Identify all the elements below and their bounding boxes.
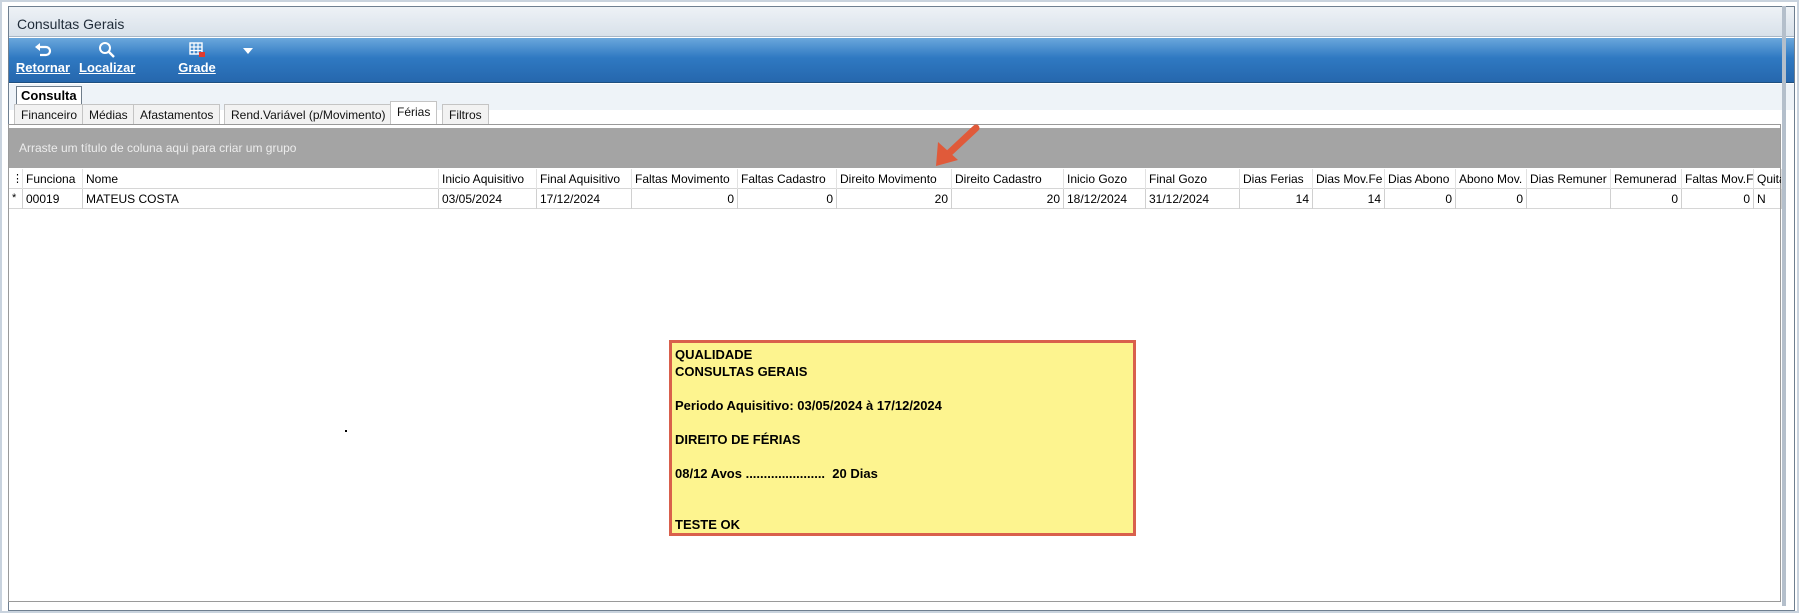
tab-strip: Financeiro Médias Afastamentos Rend.Vari… bbox=[6, 101, 1793, 125]
right-edge-bar bbox=[1782, 6, 1786, 606]
cell-dias-ferias[interactable]: 14 bbox=[1240, 189, 1313, 209]
cell-dias-remuner[interactable] bbox=[1527, 189, 1611, 209]
column-header[interactable]: Faltas Movimento bbox=[632, 169, 738, 189]
retornar-label: Retornar bbox=[15, 60, 71, 75]
annotation-arrow-icon bbox=[936, 124, 980, 166]
column-header[interactable]: Remunerad bbox=[1611, 169, 1682, 189]
grade-label: Grade bbox=[178, 60, 216, 75]
column-header[interactable]: Final Aquisitivo bbox=[537, 169, 632, 189]
localizar-button[interactable]: Localizar bbox=[79, 40, 135, 80]
column-chooser-icon[interactable]: ⋮≡ bbox=[9, 169, 23, 189]
tab-afastamentos[interactable]: Afastamentos bbox=[133, 104, 221, 125]
tab-medias[interactable]: Médias bbox=[82, 104, 135, 125]
toolbar-dropdown-icon[interactable] bbox=[243, 48, 253, 54]
cell-direito-cadastro[interactable]: 20 bbox=[952, 189, 1064, 209]
note-line: Periodo Aquisitivo: 03/05/2024 à 17/12/2… bbox=[675, 398, 942, 413]
title-bar: Consultas Gerais bbox=[9, 7, 1794, 37]
column-header[interactable]: Inicio Aquisitivo bbox=[439, 169, 537, 189]
note-line: 08/12 Avos ...................... 20 Dia… bbox=[675, 466, 878, 481]
cell-final-gozo[interactable]: 31/12/2024 bbox=[1146, 189, 1240, 209]
stray-dot bbox=[345, 430, 347, 432]
cell-nome[interactable]: MATEUS COSTA bbox=[83, 189, 439, 209]
column-header[interactable]: Direito Cadastro bbox=[952, 169, 1064, 189]
column-header[interactable]: Dias Mov.Fe bbox=[1313, 169, 1385, 189]
magnifier-icon bbox=[99, 42, 115, 58]
group-hint: Arraste um título de coluna aqui para cr… bbox=[19, 141, 297, 155]
cell-dias-abono[interactable]: 0 bbox=[1385, 189, 1456, 209]
annotation-note: QUALIDADE CONSULTAS GERAIS Periodo Aquis… bbox=[669, 340, 1136, 536]
cell-abono-mov[interactable]: 0 bbox=[1456, 189, 1527, 209]
cell-inicio-gozo[interactable]: 18/12/2024 bbox=[1064, 189, 1146, 209]
cell-faltas-mov-ferias[interactable]: 0 bbox=[1682, 189, 1754, 209]
note-line: QUALIDADE bbox=[675, 347, 753, 362]
note-blank bbox=[675, 482, 1133, 499]
cell-remunerado[interactable]: 0 bbox=[1611, 189, 1682, 209]
note-blank bbox=[675, 414, 1133, 431]
note-line: CONSULTAS GERAIS bbox=[675, 364, 808, 379]
cell-quitacao[interactable]: N bbox=[1754, 189, 1782, 209]
cell-funcionario[interactable]: 00019 bbox=[23, 189, 83, 209]
column-header[interactable]: Nome bbox=[83, 169, 439, 189]
column-header[interactable]: Direito Movimento bbox=[837, 169, 952, 189]
column-header[interactable]: Quitac bbox=[1754, 169, 1782, 189]
retornar-button[interactable]: Retornar bbox=[15, 40, 71, 80]
tab-ferias[interactable]: Férias bbox=[390, 101, 438, 125]
table-row[interactable]: * 00019 MATEUS COSTA 03/05/2024 17/12/20… bbox=[9, 189, 1782, 209]
note-blank bbox=[675, 499, 1133, 516]
group-by-bar: Arraste um título de coluna aqui para cr… bbox=[9, 128, 1780, 168]
note-blank bbox=[675, 448, 1133, 465]
window-title: Consultas Gerais bbox=[17, 16, 125, 32]
undo-arrow-icon bbox=[35, 43, 52, 57]
cell-direito-movimento[interactable]: 20 bbox=[837, 189, 952, 209]
column-header[interactable]: Final Gozo bbox=[1146, 169, 1240, 189]
column-header[interactable]: Inicio Gozo bbox=[1064, 169, 1146, 189]
cell-inicio-aquisitivo[interactable]: 03/05/2024 bbox=[439, 189, 537, 209]
row-indicator: * bbox=[9, 189, 23, 209]
column-header[interactable]: Dias Abono bbox=[1385, 169, 1456, 189]
cell-dias-mov-ferias[interactable]: 14 bbox=[1313, 189, 1385, 209]
toolbar: Retornar Localizar Grade bbox=[9, 38, 1794, 83]
tab-filtros[interactable]: Filtros bbox=[442, 104, 489, 125]
tab-rend-variavel[interactable]: Rend.Variável (p/Movimento) bbox=[224, 104, 393, 125]
grid-icon bbox=[189, 42, 205, 57]
grid-header: ⋮≡ Funciona Nome Inicio Aquisitivo Final… bbox=[9, 169, 1782, 189]
column-header[interactable]: Dias Remuner bbox=[1527, 169, 1611, 189]
column-header[interactable]: Dias Ferias bbox=[1240, 169, 1313, 189]
column-header[interactable]: Faltas Cadastro bbox=[738, 169, 837, 189]
tab-financeiro[interactable]: Financeiro bbox=[14, 104, 85, 125]
column-header[interactable]: Abono Mov. bbox=[1456, 169, 1527, 189]
grade-button[interactable]: Grade bbox=[175, 40, 219, 80]
localizar-label: Localizar bbox=[79, 60, 136, 75]
column-header[interactable]: Faltas Mov.F bbox=[1682, 169, 1754, 189]
column-header[interactable]: Funciona bbox=[23, 169, 83, 189]
note-line: TESTE OK bbox=[675, 517, 741, 532]
note-blank bbox=[675, 380, 1133, 397]
cell-faltas-movimento[interactable]: 0 bbox=[632, 189, 738, 209]
cell-faltas-cadastro[interactable]: 0 bbox=[738, 189, 837, 209]
note-line: DIREITO DE FÉRIAS bbox=[675, 432, 801, 447]
cell-final-aquisitivo[interactable]: 17/12/2024 bbox=[537, 189, 632, 209]
